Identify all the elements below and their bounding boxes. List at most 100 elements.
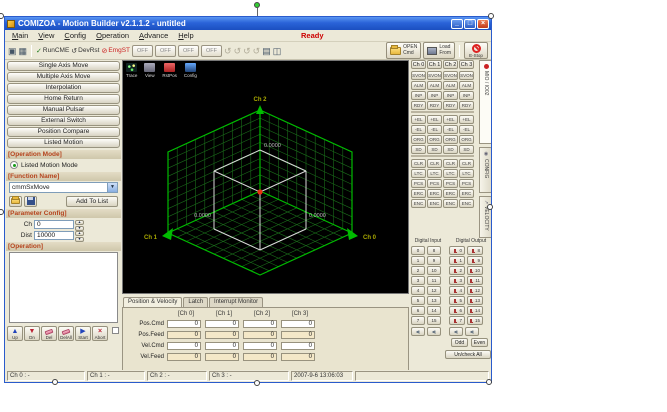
signal-button-ch3-svon[interactable]: SVON	[459, 71, 474, 80]
do-all-on-icon[interactable]: ◀)	[449, 327, 463, 336]
uncheck-all-button[interactable]: Un/check All	[445, 350, 491, 359]
di-button-10[interactable]: 10	[427, 266, 441, 275]
signal-button-ch1-rdy[interactable]: RDY	[427, 101, 442, 110]
signal-button-ch0-clr[interactable]: CLR	[411, 159, 426, 168]
do-all-off-icon[interactable]: ◀)	[465, 327, 479, 336]
selection-handle-bottom-left[interactable]	[52, 379, 58, 385]
signal-button-ch2-inp[interactable]: INP	[443, 91, 458, 100]
start-button[interactable]: ▶Start	[75, 326, 91, 341]
di-all-off-icon[interactable]: ◀)	[427, 327, 441, 336]
di-button-6[interactable]: 6	[411, 306, 425, 315]
tab-interrupt-monitor[interactable]: Interrupt Monitor	[209, 297, 263, 307]
di-button-0[interactable]: 0	[411, 246, 425, 255]
signal-button-ch0-alm[interactable]: ALM	[411, 81, 426, 90]
emg-st-button[interactable]: ⊘EmgST	[101, 47, 130, 55]
signal-button-ch2-alm[interactable]: ALM	[443, 81, 458, 90]
mode-button-home-return[interactable]: Home Return	[7, 94, 120, 104]
di-button-11[interactable]: 11	[427, 276, 441, 285]
channel-tab-ch-2[interactable]: Ch 2	[443, 60, 458, 69]
selection-handle-top[interactable]	[254, 2, 260, 8]
do-button-4[interactable]: 4	[449, 286, 465, 295]
param-stepper-dist[interactable]: ▲▼	[75, 231, 84, 240]
do-button-10[interactable]: 10	[467, 266, 483, 275]
menu-view[interactable]: View	[33, 31, 59, 40]
signal-button-ch2-org[interactable]: ORG	[443, 135, 458, 144]
signal-button-ch3-clr[interactable]: CLR	[459, 159, 474, 168]
di-button-13[interactable]: 13	[427, 296, 441, 305]
signal-button-ch2-erc[interactable]: ERC	[443, 189, 458, 198]
do-button-8[interactable]: 8	[467, 246, 483, 255]
selection-handle-bottom-center[interactable]	[254, 380, 260, 386]
di-all-on-icon[interactable]: ◀)	[411, 327, 425, 336]
signal-button-ch0-enc[interactable]: ENC	[411, 199, 426, 208]
up-button[interactable]: ▲Up	[7, 326, 23, 341]
signal-button-ch1-clr[interactable]: CLR	[427, 159, 442, 168]
page-icon[interactable]: ▤	[262, 45, 271, 57]
load-from-button[interactable]: LoadFrom	[423, 42, 455, 59]
signal-button-ch3-sd[interactable]: SD	[459, 145, 474, 154]
do-button-15[interactable]: 15	[467, 316, 483, 325]
tab-latch[interactable]: Latch	[183, 297, 208, 307]
menu-main[interactable]: Main	[7, 31, 33, 40]
function-select[interactable]: cmmSxMove ▼	[9, 182, 118, 193]
signal-button-ch1-ltc[interactable]: LTC	[427, 169, 442, 178]
plot-tool-trace[interactable]: Trace	[126, 63, 137, 78]
signal-button-ch1-pcs[interactable]: PCS	[427, 179, 442, 188]
signal-button-ch2-el[interactable]: +EL	[443, 115, 458, 124]
mode-button-listed-motion[interactable]: Listed Motion	[7, 138, 120, 148]
spin-down-icon[interactable]: ▼	[75, 237, 84, 242]
signal-button-ch0-el[interactable]: -EL	[411, 125, 426, 134]
signal-button-ch0-rdy[interactable]: RDY	[411, 101, 426, 110]
mode-button-interpolation[interactable]: Interpolation	[7, 83, 120, 93]
selection-handle-mid-right[interactable]	[487, 204, 493, 210]
do-button-14[interactable]: 14	[467, 306, 483, 315]
mode-button-manual-pulsar[interactable]: Manual Pulsar	[7, 105, 120, 115]
channel-tab-ch-3[interactable]: Ch 3	[459, 60, 474, 69]
signal-button-ch1-el[interactable]: -EL	[427, 125, 442, 134]
signal-button-ch1-el[interactable]: +EL	[427, 115, 442, 124]
signal-button-ch0-svon[interactable]: SVON	[411, 71, 426, 80]
signal-button-ch3-org[interactable]: ORG	[459, 135, 474, 144]
off-toggle-2[interactable]: OFF	[178, 45, 199, 57]
signal-button-ch0-inp[interactable]: INP	[411, 91, 426, 100]
off-toggle-3[interactable]: OFF	[201, 45, 222, 57]
do-button-1[interactable]: 1	[449, 256, 465, 265]
spin-up-icon[interactable]: ▲	[75, 220, 84, 225]
off-toggle-1[interactable]: OFF	[155, 45, 176, 57]
plot-tool-config[interactable]: Config	[184, 63, 197, 78]
dn-button[interactable]: ▼Dn	[24, 326, 40, 341]
signal-button-ch3-inp[interactable]: INP	[459, 91, 474, 100]
signal-button-ch0-ltc[interactable]: LTC	[411, 169, 426, 178]
close-button[interactable]: ×	[477, 19, 489, 29]
odd-button[interactable]: Odd	[451, 338, 468, 347]
signal-button-ch1-enc[interactable]: ENC	[427, 199, 442, 208]
add-to-list-button[interactable]: Add To List	[66, 196, 118, 207]
signal-button-ch2-sd[interactable]: SD	[443, 145, 458, 154]
windows-icon[interactable]: ▣	[8, 45, 17, 57]
side-tab-velocity[interactable]: ↗VELOCITY	[479, 196, 492, 238]
save-function-button[interactable]	[24, 196, 37, 207]
signal-button-ch2-rdy[interactable]: RDY	[443, 101, 458, 110]
signal-button-ch3-enc[interactable]: ENC	[459, 199, 474, 208]
layout-icon[interactable]: ◫	[273, 45, 282, 57]
di-button-5[interactable]: 5	[411, 296, 425, 305]
mode-button-single-axis-move[interactable]: Single Axis Move	[7, 61, 120, 71]
operation-listbox[interactable]	[9, 252, 118, 323]
selection-handle-bottom-right[interactable]	[486, 379, 492, 385]
signal-button-ch3-pcs[interactable]: PCS	[459, 179, 474, 188]
menu-operation[interactable]: Operation	[91, 31, 134, 40]
di-button-14[interactable]: 14	[427, 306, 441, 315]
signal-button-ch1-svon[interactable]: SVON	[427, 71, 442, 80]
tab-position-velocity[interactable]: Position & Velocity	[123, 297, 182, 307]
dev-rst-button[interactable]: ↺DevRst	[71, 47, 99, 55]
do-button-12[interactable]: 12	[467, 286, 483, 295]
loop-checkbox[interactable]	[112, 327, 119, 334]
di-button-15[interactable]: 15	[427, 316, 441, 325]
rotate-icon[interactable]: ↺	[243, 45, 251, 57]
param-stepper-ch[interactable]: ▲▼	[75, 220, 84, 229]
channel-tab-ch-0[interactable]: Ch 0	[411, 60, 426, 69]
di-button-12[interactable]: 12	[427, 286, 441, 295]
di-button-7[interactable]: 7	[411, 316, 425, 325]
minimize-button[interactable]: _	[451, 19, 463, 29]
abort-button[interactable]: ×Abort	[92, 326, 108, 341]
